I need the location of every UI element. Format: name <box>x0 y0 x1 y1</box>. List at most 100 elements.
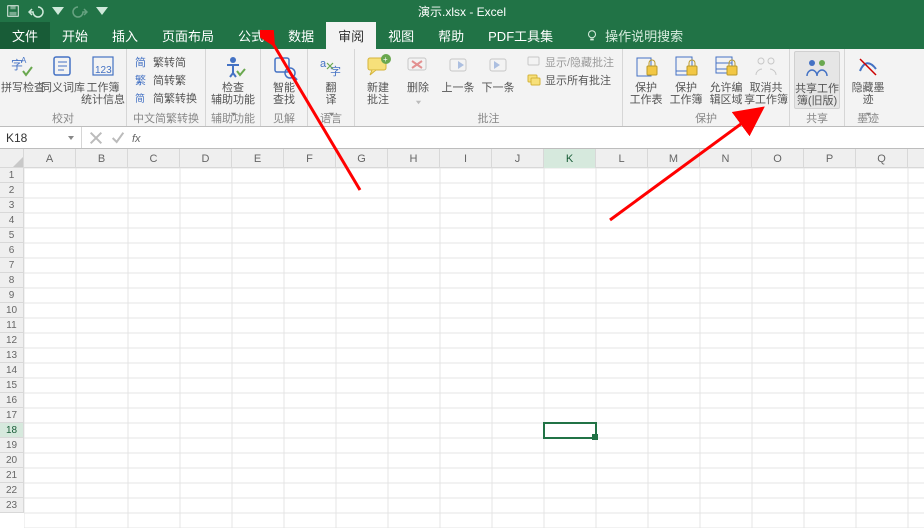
row-header[interactable]: 5 <box>0 228 23 243</box>
column-header[interactable]: M <box>648 149 700 168</box>
unshare-workbook-button[interactable]: 取消共 享工作簿 <box>747 51 785 109</box>
tab-review[interactable]: 审阅 <box>326 22 376 49</box>
row-header[interactable]: 17 <box>0 408 23 423</box>
row-header[interactable]: 14 <box>0 363 23 378</box>
row-header[interactable]: 15 <box>0 378 23 393</box>
cancel-icon[interactable] <box>88 130 104 146</box>
row-header[interactable]: 20 <box>0 453 23 468</box>
column-header[interactable]: D <box>180 149 232 168</box>
chinese-convert-button[interactable]: 简 简繁转换 <box>131 89 201 107</box>
show-all-comments-button[interactable]: 显示所有批注 <box>523 71 618 89</box>
hide-ink-icon <box>854 53 882 81</box>
tab-pagelayout[interactable]: 页面布局 <box>150 22 226 49</box>
delete-comment-button[interactable]: 删除 <box>399 51 437 109</box>
formula-input[interactable] <box>154 127 924 148</box>
enter-icon[interactable] <box>110 130 126 146</box>
app-save-icon[interactable] <box>6 4 20 18</box>
row-header[interactable]: 22 <box>0 483 23 498</box>
column-header[interactable]: J <box>492 149 544 168</box>
column-header[interactable]: P <box>804 149 856 168</box>
smart-lookup-button[interactable]: 智能 查找 <box>265 51 303 109</box>
hide-ink-button[interactable]: 隐藏墨 迹 <box>849 51 887 109</box>
column-header[interactable]: Q <box>856 149 908 168</box>
tab-home[interactable]: 开始 <box>50 22 100 49</box>
column-header[interactable]: I <box>440 149 492 168</box>
tab-formulas[interactable]: 公式 <box>226 22 276 49</box>
column-header[interactable]: L <box>596 149 648 168</box>
prev-comment-button[interactable]: 上一条 <box>439 51 477 109</box>
svg-text:A: A <box>21 56 27 65</box>
row-header[interactable]: 4 <box>0 213 23 228</box>
row-header[interactable]: 1 <box>0 168 23 183</box>
row-header[interactable]: 19 <box>0 438 23 453</box>
new-comment-button[interactable]: + 新建 批注 <box>359 51 397 109</box>
row-header[interactable]: 3 <box>0 198 23 213</box>
column-header[interactable]: H <box>388 149 440 168</box>
protect-sheet-button[interactable]: 保护 工作表 <box>627 51 665 109</box>
spell-check-button[interactable]: 字A 拼写检查 <box>4 51 42 109</box>
row-header[interactable]: 18 <box>0 423 23 438</box>
column-header[interactable]: E <box>232 149 284 168</box>
translate-button[interactable]: a字 翻 译 <box>312 51 350 109</box>
tab-insert[interactable]: 插入 <box>100 22 150 49</box>
fx-icon[interactable]: fx <box>132 132 148 144</box>
row-headers[interactable]: 1234567891011121314151617181920212223 <box>0 168 24 513</box>
show-hide-comment-button[interactable]: 显示/隐藏批注 <box>523 53 618 71</box>
row-header[interactable]: 21 <box>0 468 23 483</box>
undo-dropdown-icon[interactable] <box>50 3 66 19</box>
lightbulb-icon <box>585 29 599 43</box>
name-box[interactable]: K18 <box>0 127 82 148</box>
name-box-dropdown-icon[interactable] <box>67 131 75 145</box>
column-header[interactable]: B <box>76 149 128 168</box>
tell-me-search[interactable]: 操作说明搜索 <box>573 22 695 49</box>
column-header[interactable]: N <box>700 149 752 168</box>
column-header[interactable]: K <box>544 149 596 168</box>
cells-area[interactable] <box>24 168 924 504</box>
row-header[interactable]: 2 <box>0 183 23 198</box>
column-header[interactable]: A <box>24 149 76 168</box>
column-header[interactable]: C <box>128 149 180 168</box>
row-header[interactable]: 6 <box>0 243 23 258</box>
sheet-grid[interactable]: ABCDEFGHIJKLMNOPQ 1234567891011121314151… <box>0 149 924 504</box>
accessibility-check-button[interactable]: 检查 辅助功能 <box>210 51 256 109</box>
workbook-stats-button[interactable]: 123 工作簿 统计信息 <box>84 51 122 109</box>
share-workbook-legacy-button[interactable]: 共享工作 簿(旧版) <box>794 51 840 109</box>
row-header[interactable]: 10 <box>0 303 23 318</box>
row-header[interactable]: 8 <box>0 273 23 288</box>
undo-icon[interactable] <box>28 3 44 19</box>
tab-data[interactable]: 数据 <box>276 22 326 49</box>
protect-workbook-icon <box>672 53 700 81</box>
next-comment-button[interactable]: 下一条 <box>479 51 517 109</box>
svg-text:简: 简 <box>135 55 146 69</box>
tab-pdf[interactable]: PDF工具集 <box>476 22 565 49</box>
trad-to-simp-button[interactable]: 简 繁转简 <box>131 53 201 71</box>
comments-icon <box>527 73 541 87</box>
simp-to-trad-button[interactable]: 繁 简转繁 <box>131 71 201 89</box>
qat-customize-icon[interactable] <box>94 3 110 19</box>
group-insights-label: 见解 <box>265 110 303 126</box>
thesaurus-button[interactable]: 同义词库 <box>44 51 82 109</box>
column-header[interactable]: F <box>284 149 336 168</box>
ribbon: 字A 拼写检查 同义词库 123 工作簿 统计信息 校对 简 繁转简 繁 <box>0 49 924 127</box>
allow-edit-ranges-button[interactable]: 允许编 辑区域 <box>707 51 745 109</box>
thesaurus-icon <box>49 53 77 81</box>
redo-icon[interactable] <box>72 3 88 19</box>
column-headers[interactable]: ABCDEFGHIJKLMNOPQ <box>24 149 924 168</box>
row-header[interactable]: 11 <box>0 318 23 333</box>
row-header[interactable]: 7 <box>0 258 23 273</box>
row-header[interactable]: 9 <box>0 288 23 303</box>
column-header[interactable]: G <box>336 149 388 168</box>
tab-file[interactable]: 文件 <box>0 22 50 49</box>
formula-bar: K18 fx <box>0 127 924 149</box>
workbook-stats-icon: 123 <box>89 53 117 81</box>
select-all-corner[interactable] <box>0 149 24 168</box>
column-header[interactable]: O <box>752 149 804 168</box>
row-header[interactable]: 16 <box>0 393 23 408</box>
row-header[interactable]: 12 <box>0 333 23 348</box>
row-header[interactable]: 13 <box>0 348 23 363</box>
tab-help[interactable]: 帮助 <box>426 22 476 49</box>
tab-view[interactable]: 视图 <box>376 22 426 49</box>
smart-lookup-icon <box>270 53 298 81</box>
row-header[interactable]: 23 <box>0 498 23 513</box>
protect-workbook-button[interactable]: 保护 工作簿 <box>667 51 705 109</box>
